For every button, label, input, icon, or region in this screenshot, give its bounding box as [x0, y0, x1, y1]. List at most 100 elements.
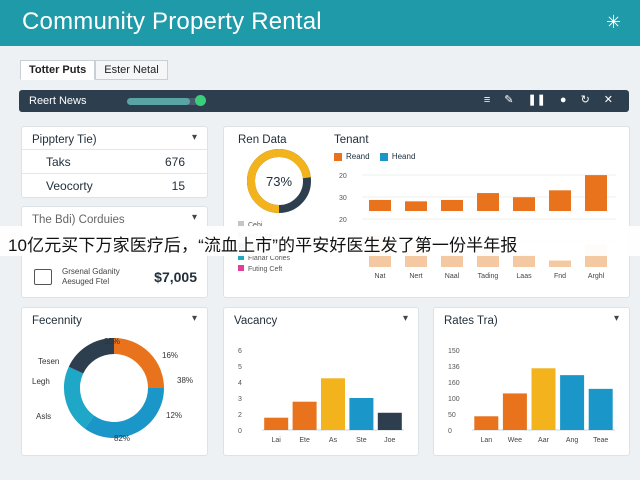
bar — [292, 401, 317, 430]
bar — [474, 416, 499, 430]
y-tick-label: 3 — [238, 396, 242, 403]
news-label: Reert News — [29, 95, 87, 107]
tenant-bar — [369, 199, 391, 211]
fecennity-label-left: Tesen — [38, 357, 59, 366]
tenant-x-label: Laas — [516, 273, 532, 280]
list-icon[interactable]: ≡ — [484, 94, 490, 107]
tenant-bar-secondary — [441, 254, 463, 267]
schedules-amount: $7,005 — [154, 269, 197, 285]
x-tick-label: Aar — [538, 437, 550, 444]
y-tick-label: 50 — [448, 412, 456, 419]
fecennity-slice — [64, 366, 95, 429]
fecennity-slice — [113, 338, 164, 389]
y-tick-label: 0 — [238, 428, 242, 435]
news-bar: Reert News ≡ ✎ ❚❚ ● ↻ ✕ — [19, 90, 629, 112]
pause-icon[interactable]: ❚❚ — [527, 94, 545, 107]
news-progress-fill — [127, 98, 190, 105]
tenant-x-label: Nert — [409, 273, 422, 280]
x-tick-label: As — [329, 437, 338, 444]
property-row-label: Veocorty — [46, 179, 93, 193]
divider — [22, 173, 207, 174]
tenant-bar — [549, 190, 571, 211]
menu-icon[interactable]: ✳ — [606, 12, 621, 33]
status-dot-icon — [195, 95, 206, 106]
bar — [502, 393, 527, 430]
y-tick-label: 4 — [238, 380, 242, 387]
fecennity-svg: 35% Tesen Legh Asls 16% 38% 12% 82% — [32, 337, 193, 443]
tab-totter-puts[interactable]: Totter Puts — [20, 60, 96, 80]
legend-swatch — [379, 152, 388, 161]
refresh-icon[interactable]: ↻ — [581, 94, 590, 107]
fecennity-slice — [84, 387, 164, 438]
record-icon[interactable]: ● — [560, 94, 567, 107]
bar — [588, 388, 613, 430]
bar — [531, 368, 556, 430]
app-title: Community Property Rental — [22, 8, 322, 35]
tenant-x-label: Nat — [375, 273, 386, 280]
tenant-x-label: Tading — [478, 273, 499, 280]
tenant-x-label: Fnd — [554, 273, 566, 280]
rent-legend-item: Fianar Cories — [248, 255, 291, 262]
y-tick-label: 100 — [448, 396, 460, 403]
tenant-legend-item: Reand — [346, 152, 370, 161]
tenant-bar — [405, 201, 427, 211]
fecennity-card: Fecennity ▾ 35% Tesen Legh Asls 16% 38% … — [21, 307, 208, 456]
fecennity-label-bottom: 82% — [114, 434, 130, 443]
calendar-icon — [34, 269, 52, 285]
chevron-down-icon[interactable]: ▾ — [192, 132, 197, 143]
y-tick-label: 160 — [448, 380, 460, 387]
property-title: Pipptery Tie) — [32, 134, 97, 146]
legend-swatch — [334, 152, 342, 161]
edit-icon[interactable]: ✎ — [504, 94, 513, 107]
y-tick-label: 5 — [238, 364, 242, 371]
x-tick-label: Lai — [272, 437, 282, 444]
tenant-y-tick: 30 — [339, 195, 347, 202]
property-row-label: Taks — [46, 155, 71, 169]
tenant-y-tick: 20 — [339, 173, 347, 180]
y-tick-label: 136 — [448, 364, 460, 371]
tab-bar: Totter Puts Ester Netal — [20, 60, 168, 80]
bar — [264, 417, 289, 430]
y-tick-label: 2 — [238, 412, 242, 419]
rent-percent: 73% — [266, 174, 292, 189]
rates-card: Rates Tra) ▾ 150 136 160 100 50 0 Lan Wee Aar Ang… — [433, 307, 630, 456]
x-tick-label: Wee — [508, 437, 522, 444]
fecennity-label-right: 38% — [177, 376, 193, 385]
close-icon[interactable]: ✕ — [604, 94, 613, 107]
fecennity-label-left: Legh — [32, 377, 50, 386]
x-tick-label: Ete — [299, 437, 310, 444]
bar — [560, 375, 585, 430]
news-toolbar: ≡ ✎ ❚❚ ● ↻ ✕ — [484, 94, 613, 107]
rent-tenant-svg: 73% CehiInd CeriFanci ColeetiFianar Cori… — [238, 149, 616, 280]
x-tick-label: Ang — [566, 437, 579, 444]
tab-ester-netal[interactable]: Ester Netal — [95, 60, 168, 80]
tenant-bar — [585, 175, 607, 211]
bar — [377, 412, 402, 430]
rent-tenant-card: Ren Data Tenant 73% CehiInd CeriFanci Co… — [223, 126, 630, 298]
divider — [22, 149, 207, 150]
tenant-bar-secondary — [513, 254, 535, 267]
chevron-down-icon[interactable]: ▾ — [192, 212, 197, 223]
fecennity-label-top: 35% — [104, 337, 120, 346]
x-tick-label: Lan — [480, 437, 492, 444]
tenant-x-label: Arghl — [588, 273, 605, 280]
x-tick-label: Joe — [384, 437, 395, 444]
tenant-bar — [477, 193, 499, 211]
tenant-bar — [513, 197, 535, 211]
caption-banner: 10亿元买下万家医疗后，“流血上市”的平安好医生发了第一份半年报 — [0, 226, 640, 256]
tenant-legend-item: Heand — [391, 152, 416, 161]
fecennity-label-left: Asls — [36, 412, 51, 421]
x-tick-label: Ste — [356, 437, 367, 444]
fecennity-slice — [68, 338, 115, 374]
y-tick-label: 150 — [448, 348, 460, 355]
bar — [321, 378, 345, 430]
tenant-bar-secondary — [549, 260, 571, 267]
tenant-x-label: Naal — [445, 273, 460, 280]
caption-text: 10亿元买下万家医疗后，“流血上市”的平安好医生发了第一份半年报 — [8, 236, 518, 255]
tenant-bar — [441, 199, 463, 211]
property-row-value: 15 — [171, 179, 185, 193]
fecennity-label-right: 16% — [162, 351, 178, 360]
y-tick-label: 0 — [448, 428, 452, 435]
rates-chart: 150 136 160 100 50 0 Lan Wee Aar Ang Teae — [448, 348, 615, 444]
schedules-line1: Grsenal Gdanity — [62, 267, 120, 276]
